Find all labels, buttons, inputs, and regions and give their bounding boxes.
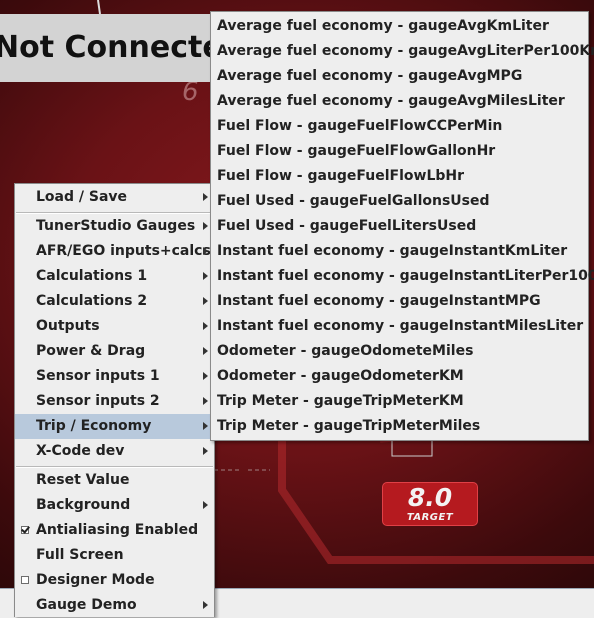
submenu-arrow-icon bbox=[203, 347, 208, 355]
submenu-item-gauge-odometer-km[interactable]: Odometer - gaugeOdometerKM bbox=[211, 364, 588, 389]
submenu-item-gauge-fuel-flow-cc-per-min[interactable]: Fuel Flow - gaugeFuelFlowCCPerMin bbox=[211, 114, 588, 139]
submenu-arrow-icon bbox=[203, 372, 208, 380]
afr-target-indicator: 8.0 TARGET bbox=[382, 482, 478, 526]
menu-item-label: Trip Meter - gaugeTripMeterKM bbox=[217, 393, 464, 409]
target-label: TARGET bbox=[406, 512, 454, 523]
menu-item-load-save[interactable]: Load / Save bbox=[15, 185, 214, 210]
submenu-arrow-icon bbox=[203, 247, 208, 255]
menu-item-background[interactable]: Background bbox=[15, 493, 214, 518]
submenu-arrow-icon bbox=[203, 422, 208, 430]
menu-item-label: Reset Value bbox=[36, 472, 130, 488]
menu-item-label: Odometer - gaugeOdometerKM bbox=[217, 368, 464, 384]
target-value: 8.0 bbox=[407, 483, 453, 512]
menu-item-antialiasing-enabled[interactable]: Antialiasing Enabled bbox=[15, 518, 214, 543]
trip-economy-submenu: Average fuel economy - gaugeAvgKmLiter A… bbox=[210, 11, 594, 441]
submenu-item-gauge-instant-liter-per-100km[interactable]: Instant fuel economy - gaugeInstantLiter… bbox=[211, 264, 594, 289]
submenu-item-gauge-avg-km-liter[interactable]: Average fuel economy - gaugeAvgKmLiter bbox=[211, 14, 588, 39]
menu-item-label: Calculations 1 bbox=[36, 268, 148, 284]
menu-item-calculations-1[interactable]: Calculations 1 bbox=[15, 264, 214, 289]
menu-item-calculations-2[interactable]: Calculations 2 bbox=[15, 289, 214, 314]
menu-item-label: Instant fuel economy - gaugeInstantMiles… bbox=[217, 318, 584, 334]
menu-item-label: Power & Drag bbox=[36, 343, 146, 359]
menu-item-label: Instant fuel economy - gaugeInstantLiter… bbox=[217, 268, 594, 284]
menu-item-label: Sensor inputs 2 bbox=[36, 393, 160, 409]
menu-item-label: Average fuel economy - gaugeAvgMilesLite… bbox=[217, 93, 565, 109]
submenu-item-gauge-instant-mpg[interactable]: Instant fuel economy - gaugeInstantMPG bbox=[211, 289, 588, 314]
menu-item-afr-ego-inputs[interactable]: AFR/EGO inputs+calcs bbox=[15, 239, 214, 264]
menu-item-label: Average fuel economy - gaugeAvgMPG bbox=[217, 68, 523, 84]
menu-item-label: X-Code dev bbox=[36, 443, 125, 459]
submenu-item-gauge-avg-liter-per-100km[interactable]: Average fuel economy - gaugeAvgLiterPer1… bbox=[211, 39, 594, 64]
submenu-item-gauge-avg-miles-liter[interactable]: Average fuel economy - gaugeAvgMilesLite… bbox=[211, 89, 588, 114]
submenu-item-gauge-avg-mpg[interactable]: Average fuel economy - gaugeAvgMPG bbox=[211, 64, 588, 89]
menu-item-label: AFR/EGO inputs+calcs bbox=[36, 243, 211, 259]
submenu-item-gauge-fuel-flow-gallon-hr[interactable]: Fuel Flow - gaugeFuelFlowGallonHr bbox=[211, 139, 588, 164]
gauge-context-menu: Load / Save TunerStudio Gauges AFR/EGO i… bbox=[14, 183, 215, 617]
menu-item-label: Fuel Used - gaugeFuelLitersUsed bbox=[217, 218, 477, 234]
menu-item-label: Designer Mode bbox=[36, 572, 155, 588]
menu-item-label: Fuel Flow - gaugeFuelFlowGallonHr bbox=[217, 143, 496, 159]
menu-item-label: Trip / Economy bbox=[36, 418, 152, 434]
submenu-arrow-icon bbox=[203, 193, 208, 201]
connection-status-banner: Not Connected bbox=[0, 14, 212, 82]
menu-item-label: Trip Meter - gaugeTripMeterMiles bbox=[217, 418, 481, 434]
menu-item-label: Sensor inputs 1 bbox=[36, 368, 160, 384]
submenu-item-gauge-trip-meter-km[interactable]: Trip Meter - gaugeTripMeterKM bbox=[211, 389, 588, 414]
menu-item-label: TunerStudio Gauges bbox=[36, 218, 196, 234]
submenu-item-gauge-trip-meter-miles[interactable]: Trip Meter - gaugeTripMeterMiles bbox=[211, 414, 588, 439]
menu-item-label: Fuel Used - gaugeFuelGallonsUsed bbox=[217, 193, 490, 209]
submenu-arrow-icon bbox=[203, 222, 208, 230]
menu-item-reset-value[interactable]: Reset Value bbox=[15, 468, 214, 493]
menu-item-label: Gauge Demo bbox=[36, 597, 137, 613]
menu-item-power-drag[interactable]: Power & Drag bbox=[15, 339, 214, 364]
menu-item-label: Outputs bbox=[36, 318, 100, 334]
submenu-arrow-icon bbox=[203, 397, 208, 405]
submenu-item-gauge-fuel-flow-lb-hr[interactable]: Fuel Flow - gaugeFuelFlowLbHr bbox=[211, 164, 588, 189]
menu-item-label: Instant fuel economy - gaugeInstantMPG bbox=[217, 293, 541, 309]
submenu-arrow-icon bbox=[203, 501, 208, 509]
menu-item-label: Calculations 2 bbox=[36, 293, 148, 309]
menu-item-label: Full Screen bbox=[36, 547, 124, 563]
menu-item-outputs[interactable]: Outputs bbox=[15, 314, 214, 339]
menu-item-gauge-demo[interactable]: Gauge Demo bbox=[15, 593, 214, 618]
menu-item-x-code-dev[interactable]: X-Code dev bbox=[15, 439, 214, 464]
menu-item-label: Fuel Flow - gaugeFuelFlowCCPerMin bbox=[217, 118, 503, 134]
menu-item-label: Odometer - gaugeOdometeMiles bbox=[217, 343, 474, 359]
menu-item-label: Instant fuel economy - gaugeInstantKmLit… bbox=[217, 243, 568, 259]
menu-item-label: Antialiasing Enabled bbox=[36, 522, 199, 538]
submenu-item-gauge-fuel-liters-used[interactable]: Fuel Used - gaugeFuelLitersUsed bbox=[211, 214, 588, 239]
submenu-item-gauge-odometer-miles[interactable]: Odometer - gaugeOdometeMiles bbox=[211, 339, 588, 364]
menu-item-label: Fuel Flow - gaugeFuelFlowLbHr bbox=[217, 168, 465, 184]
menu-item-designer-mode[interactable]: Designer Mode bbox=[15, 568, 214, 593]
menu-item-sensor-inputs-2[interactable]: Sensor inputs 2 bbox=[15, 389, 214, 414]
submenu-arrow-icon bbox=[203, 322, 208, 330]
submenu-arrow-icon bbox=[203, 297, 208, 305]
checkbox-checked-icon[interactable] bbox=[21, 526, 29, 534]
menu-item-trip-economy[interactable]: Trip / Economy bbox=[15, 414, 214, 439]
menu-item-label: Background bbox=[36, 497, 131, 513]
submenu-arrow-icon bbox=[203, 447, 208, 455]
submenu-item-gauge-fuel-gallons-used[interactable]: Fuel Used - gaugeFuelGallonsUsed bbox=[211, 189, 588, 214]
submenu-item-gauge-instant-miles-liter[interactable]: Instant fuel economy - gaugeInstantMiles… bbox=[211, 314, 588, 339]
submenu-arrow-icon bbox=[203, 272, 208, 280]
submenu-item-gauge-instant-km-liter[interactable]: Instant fuel economy - gaugeInstantKmLit… bbox=[211, 239, 588, 264]
menu-item-label: Average fuel economy - gaugeAvgKmLiter bbox=[217, 18, 549, 34]
menu-item-label: Average fuel economy - gaugeAvgLiterPer1… bbox=[217, 43, 594, 59]
submenu-arrow-icon bbox=[203, 601, 208, 609]
menu-item-sensor-inputs-1[interactable]: Sensor inputs 1 bbox=[15, 364, 214, 389]
menu-item-full-screen[interactable]: Full Screen bbox=[15, 543, 214, 568]
menu-item-tunerstudio-gauges[interactable]: TunerStudio Gauges bbox=[15, 214, 214, 239]
menu-item-label: Load / Save bbox=[36, 189, 128, 205]
checkbox-unchecked-icon[interactable] bbox=[21, 576, 29, 584]
